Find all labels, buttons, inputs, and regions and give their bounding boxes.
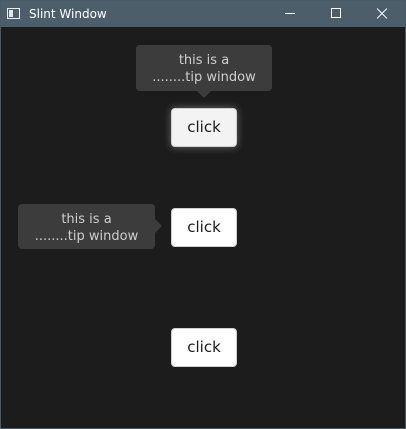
tooltip-left: this is a ........tip window — [18, 204, 162, 249]
app-window: Slint Window this is a ........tip windo… — [0, 0, 406, 429]
tooltip-line-2: ........tip window — [34, 229, 139, 244]
click-button-middle[interactable]: click — [171, 208, 237, 247]
app-window-icon — [7, 8, 20, 19]
close-button[interactable] — [359, 1, 405, 27]
minimize-button[interactable] — [267, 1, 313, 27]
maximize-button[interactable] — [313, 1, 359, 27]
window-title: Slint Window — [29, 7, 107, 21]
tooltip-line-1: this is a — [178, 53, 230, 68]
click-button-top[interactable]: click — [171, 108, 237, 147]
tooltip-line-2: ........tip window — [152, 70, 256, 85]
tooltip-line-1: this is a — [61, 212, 112, 227]
click-button-bottom[interactable]: click — [171, 328, 237, 367]
title-bar[interactable]: Slint Window — [1, 1, 405, 27]
tooltip-top: this is a ........tip window — [136, 45, 272, 98]
